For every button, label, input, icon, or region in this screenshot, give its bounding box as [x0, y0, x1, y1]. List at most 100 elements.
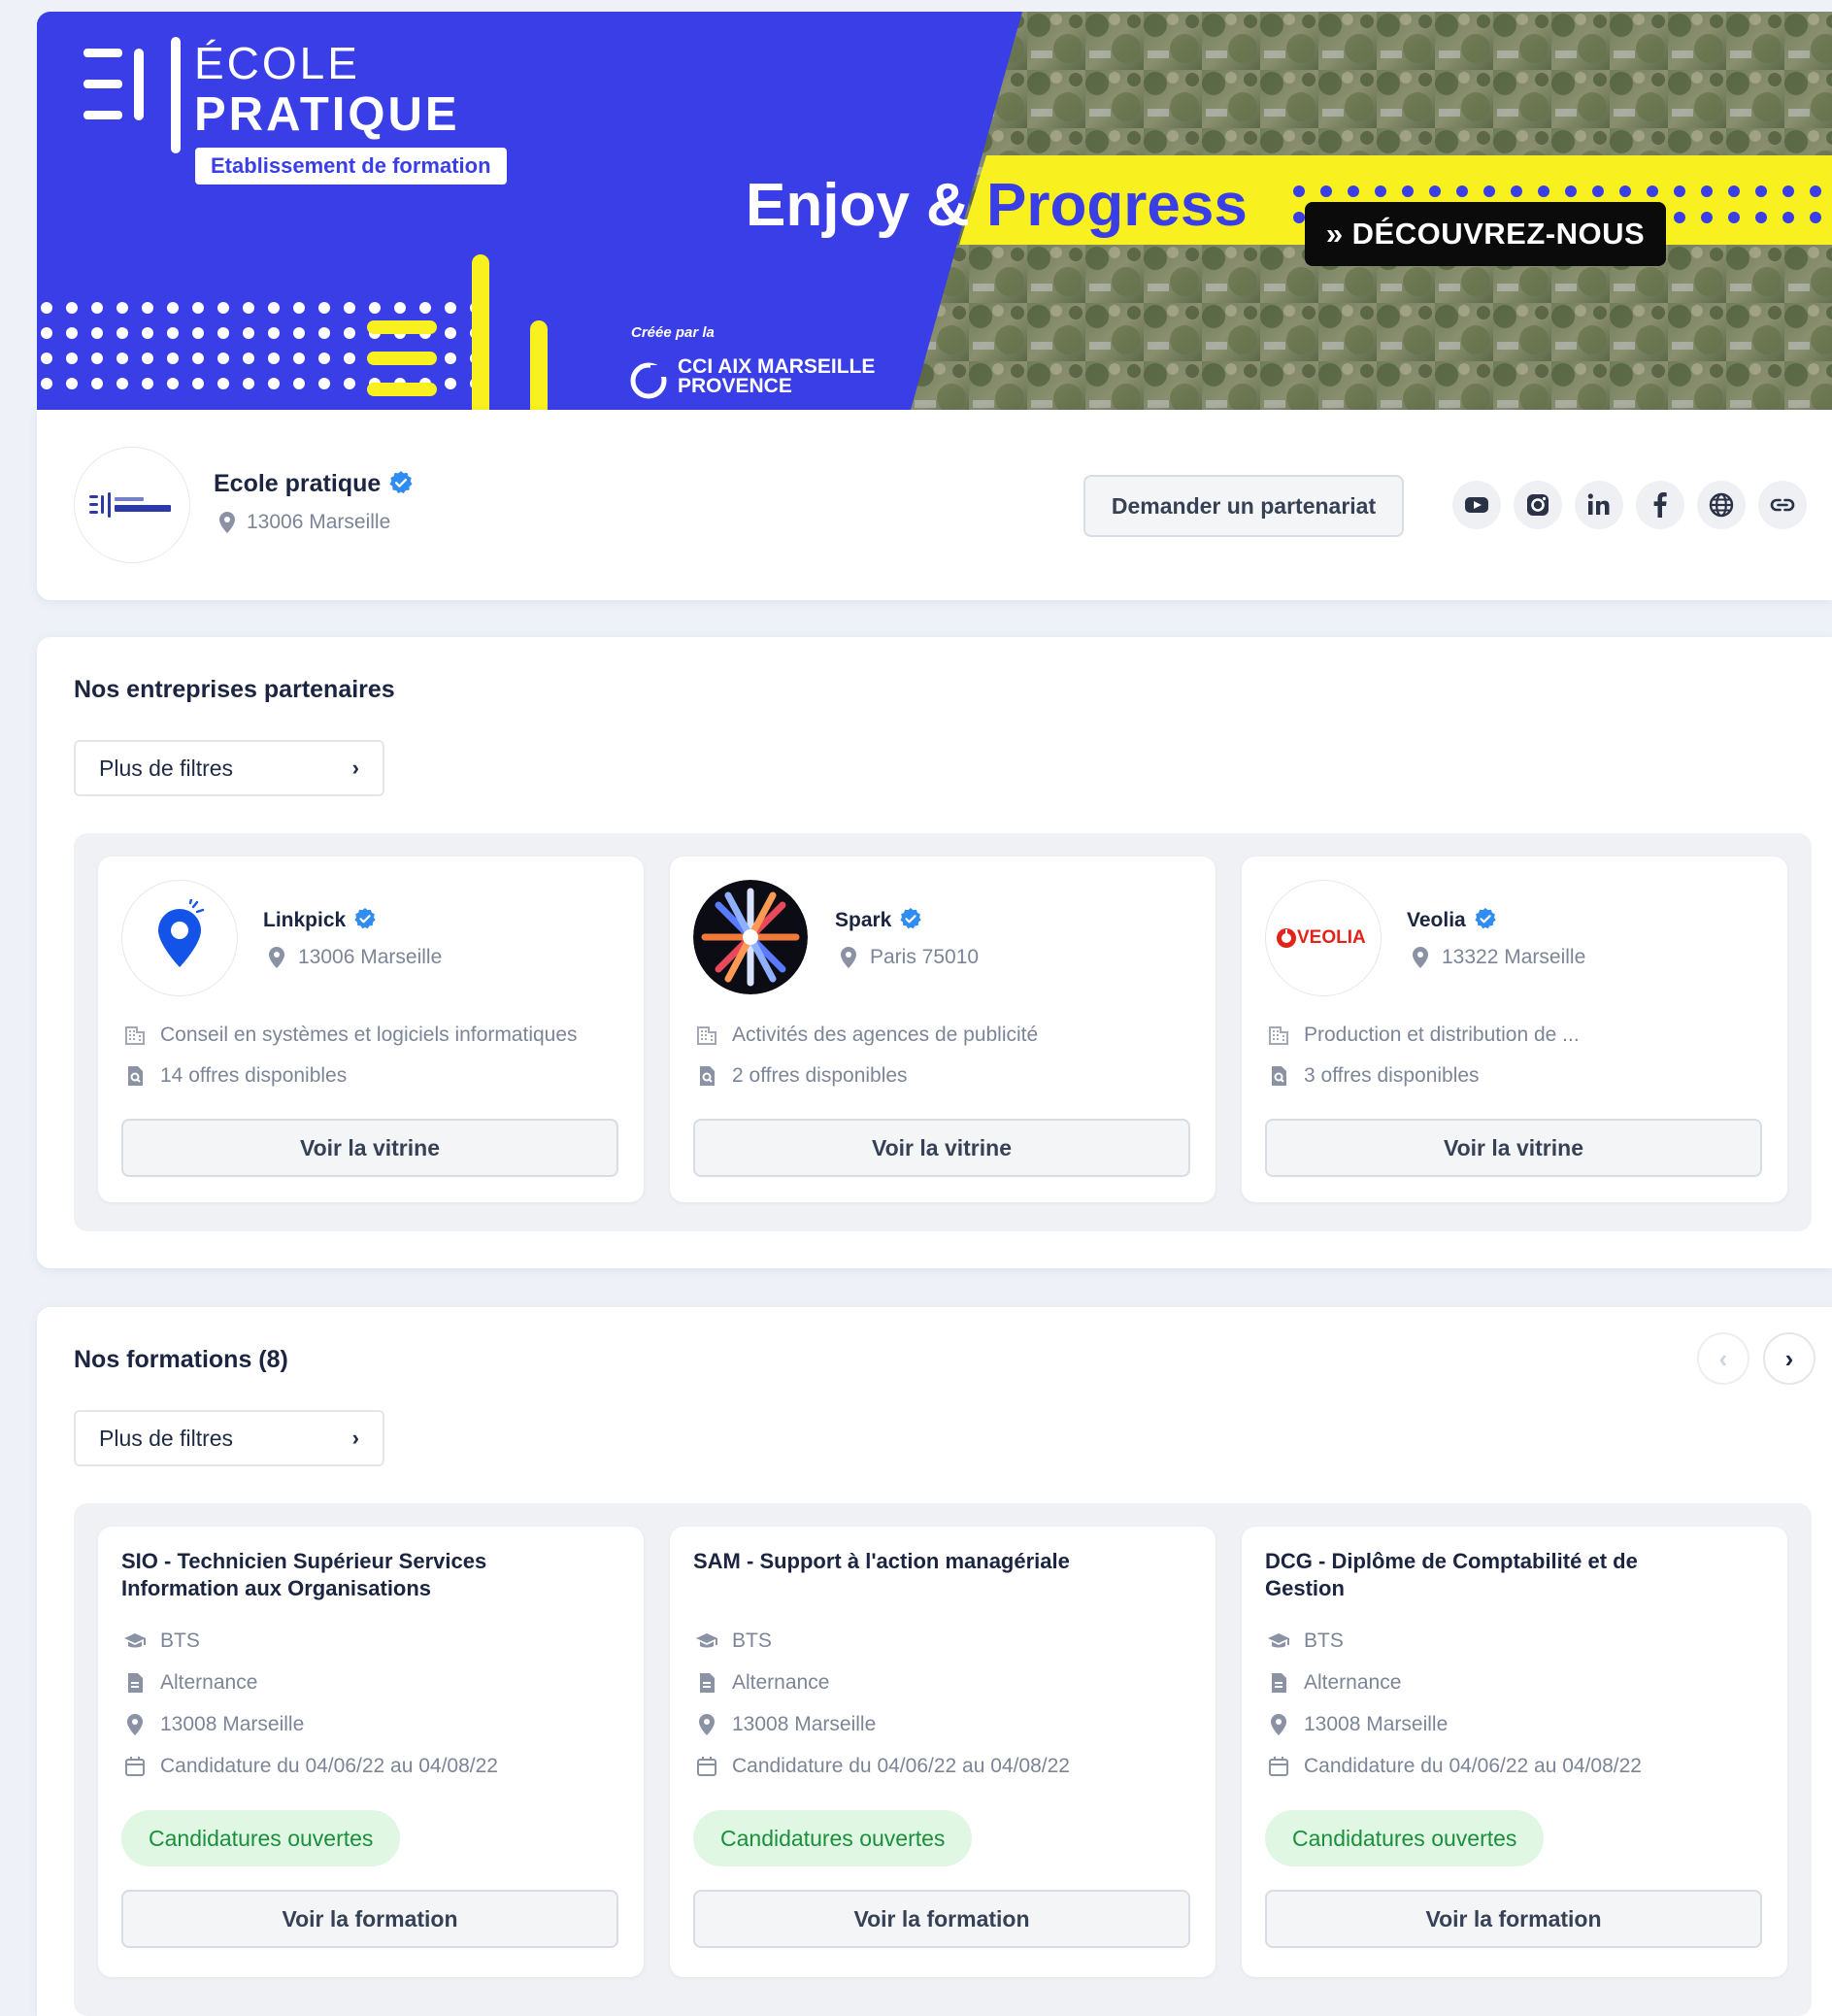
formations-filter-button[interactable]: Plus de filtres › [74, 1410, 384, 1466]
facebook-link[interactable] [1636, 481, 1684, 529]
formation-type-text: Alternance [732, 1671, 830, 1694]
company-location-text: 13322 Marseille [1442, 946, 1586, 968]
formations-section: Nos formations (8) ‹ › Plus de filtres ›… [37, 1307, 1832, 2016]
carousel-prev-button[interactable]: ‹ [1697, 1332, 1749, 1385]
partners-filter-button[interactable]: Plus de filtres › [74, 740, 384, 796]
formation-location-text: 13008 Marseille [732, 1713, 877, 1735]
formation-title: SAM - Support à l'action managériale [693, 1549, 1070, 1573]
company-sector: Conseil en systèmes et logiciels informa… [123, 1024, 578, 1047]
filter-label: Plus de filtres [99, 1425, 234, 1451]
company-sector-text: Production et distribution de ... [1304, 1024, 1580, 1046]
formation-dates: Candidature du 04/06/22 au 04/08/22 [123, 1755, 498, 1778]
partner-card: Spark Paris 75010 Activités des agences … [670, 857, 1216, 1202]
chevron-right-icon: › [1784, 1343, 1794, 1373]
request-partnership-button[interactable]: Demander un partenariat [1083, 475, 1404, 537]
location-pin-icon [127, 1714, 143, 1735]
discover-button[interactable]: » DÉCOUVREZ-NOUS [1305, 202, 1666, 266]
document-icon [128, 1673, 143, 1693]
website-link[interactable] [1697, 481, 1746, 529]
formation-level: BTS [1267, 1630, 1344, 1653]
instagram-link[interactable] [1514, 481, 1562, 529]
view-showcase-button[interactable]: Voir la vitrine [1265, 1119, 1762, 1177]
company-name-text: Veolia [1407, 909, 1466, 931]
location-pin-icon [699, 1714, 715, 1735]
school-name: Ecole pratique [214, 470, 414, 498]
partner-card: Linkpick 13006 Marseille Conseil en syst… [98, 857, 644, 1202]
location-pin-icon [269, 947, 284, 968]
company-name-text: Linkpick [263, 909, 347, 931]
company-offers: 2 offres disponibles [695, 1064, 908, 1088]
offers-search-icon [128, 1066, 143, 1086]
company-name-text: Spark [835, 909, 892, 931]
school-location: 13006 Marseille [217, 511, 390, 534]
formation-card: SAM - Support à l'action managériale BTS… [670, 1527, 1216, 1977]
logo-line-pratique: PRATIQUE [194, 88, 460, 141]
location-pin-icon [1413, 947, 1428, 968]
chevron-left-icon: ‹ [1718, 1343, 1728, 1373]
document-icon [1272, 1673, 1286, 1693]
status-badge: Candidatures ouvertes [121, 1810, 401, 1866]
company-offers-text: 2 offres disponibles [732, 1064, 908, 1087]
youtube-icon [1465, 497, 1488, 513]
formations-card-grid: SIO - Technicien Supérieur Services Info… [74, 1503, 1812, 2016]
view-formation-button[interactable]: Voir la formation [121, 1890, 618, 1948]
share-link[interactable] [1758, 481, 1807, 529]
partners-section: Nos entreprises partenaires Plus de filt… [37, 637, 1832, 1268]
formation-title: DCG - Diplôme de Comptabilité et de Gest… [1265, 1549, 1638, 1600]
profile-header: Ecole pratique 13006 Marseille Demander … [37, 410, 1832, 600]
company-location: 13322 Marseille [1409, 946, 1585, 969]
filter-label: Plus de filtres [99, 755, 234, 781]
calendar-icon [1269, 1757, 1288, 1776]
linkedin-icon [1587, 493, 1610, 515]
globe-icon [1709, 492, 1734, 518]
verified-badge-icon [1475, 908, 1496, 929]
company-location: Paris 75010 [837, 946, 979, 969]
formation-type: Alternance [695, 1671, 829, 1695]
company-logo [693, 880, 808, 994]
formation-title: SIO - Technicien Supérieur Services Info… [121, 1549, 487, 1600]
view-formation-button[interactable]: Voir la formation [1265, 1890, 1762, 1948]
school-avatar [74, 447, 190, 563]
company-offers-text: 14 offres disponibles [160, 1064, 348, 1087]
verified-badge-icon [900, 908, 921, 929]
banner-slogan: Enjoy & Progress [746, 175, 1248, 237]
formation-location: 13008 Marseille [123, 1713, 304, 1736]
formation-level-text: BTS [732, 1630, 772, 1652]
school-name-text: Ecole pratique [214, 470, 382, 497]
view-formation-button[interactable]: Voir la formation [693, 1890, 1190, 1948]
cover-banner: ÉCOLE PRATIQUE Etablissement de formatio… [37, 12, 1832, 410]
company-offers-text: 3 offres disponibles [1304, 1064, 1480, 1087]
location-pin-icon [219, 512, 235, 533]
formation-type-text: Alternance [1304, 1671, 1402, 1694]
formation-dates-text: Candidature du 04/06/22 au 04/08/22 [732, 1755, 1070, 1777]
school-location-text: 13006 Marseille [247, 511, 391, 533]
building-icon [697, 1026, 716, 1045]
youtube-link[interactable] [1452, 481, 1501, 529]
spark-logo-icon [693, 880, 808, 994]
offers-search-icon [1272, 1066, 1286, 1086]
formation-level: BTS [695, 1630, 772, 1653]
status-badge: Candidatures ouvertes [1265, 1810, 1545, 1866]
veolia-logo-text: VEOLIA [1297, 927, 1366, 948]
location-pin-icon [841, 947, 856, 968]
formation-level-text: BTS [160, 1630, 200, 1652]
cci-line2: PROVENCE [678, 375, 792, 397]
linkedin-link[interactable] [1575, 481, 1623, 529]
calendar-icon [125, 1757, 145, 1776]
logo-badge: Etablissement de formation [195, 148, 507, 185]
formation-dates: Candidature du 04/06/22 au 04/08/22 [1267, 1755, 1642, 1778]
formation-location-text: 13008 Marseille [1304, 1713, 1449, 1735]
instagram-icon [1527, 494, 1549, 516]
cci-line1: CCI AIX MARSEILLE [678, 355, 876, 378]
formation-dates-text: Candidature du 04/06/22 au 04/08/22 [1304, 1755, 1642, 1777]
location-pin-icon [1271, 1714, 1286, 1735]
company-name: Linkpick [263, 907, 377, 932]
view-showcase-button[interactable]: Voir la vitrine [121, 1119, 618, 1177]
facebook-icon [1653, 492, 1667, 518]
partners-card-grid: Linkpick 13006 Marseille Conseil en syst… [74, 833, 1812, 1231]
chevron-right-icon: › [351, 1426, 359, 1450]
carousel-next-button[interactable]: › [1763, 1332, 1815, 1385]
slogan-enjoy: Enjoy & [746, 172, 970, 239]
company-name: Veolia [1407, 907, 1497, 932]
view-showcase-button[interactable]: Voir la vitrine [693, 1119, 1190, 1177]
